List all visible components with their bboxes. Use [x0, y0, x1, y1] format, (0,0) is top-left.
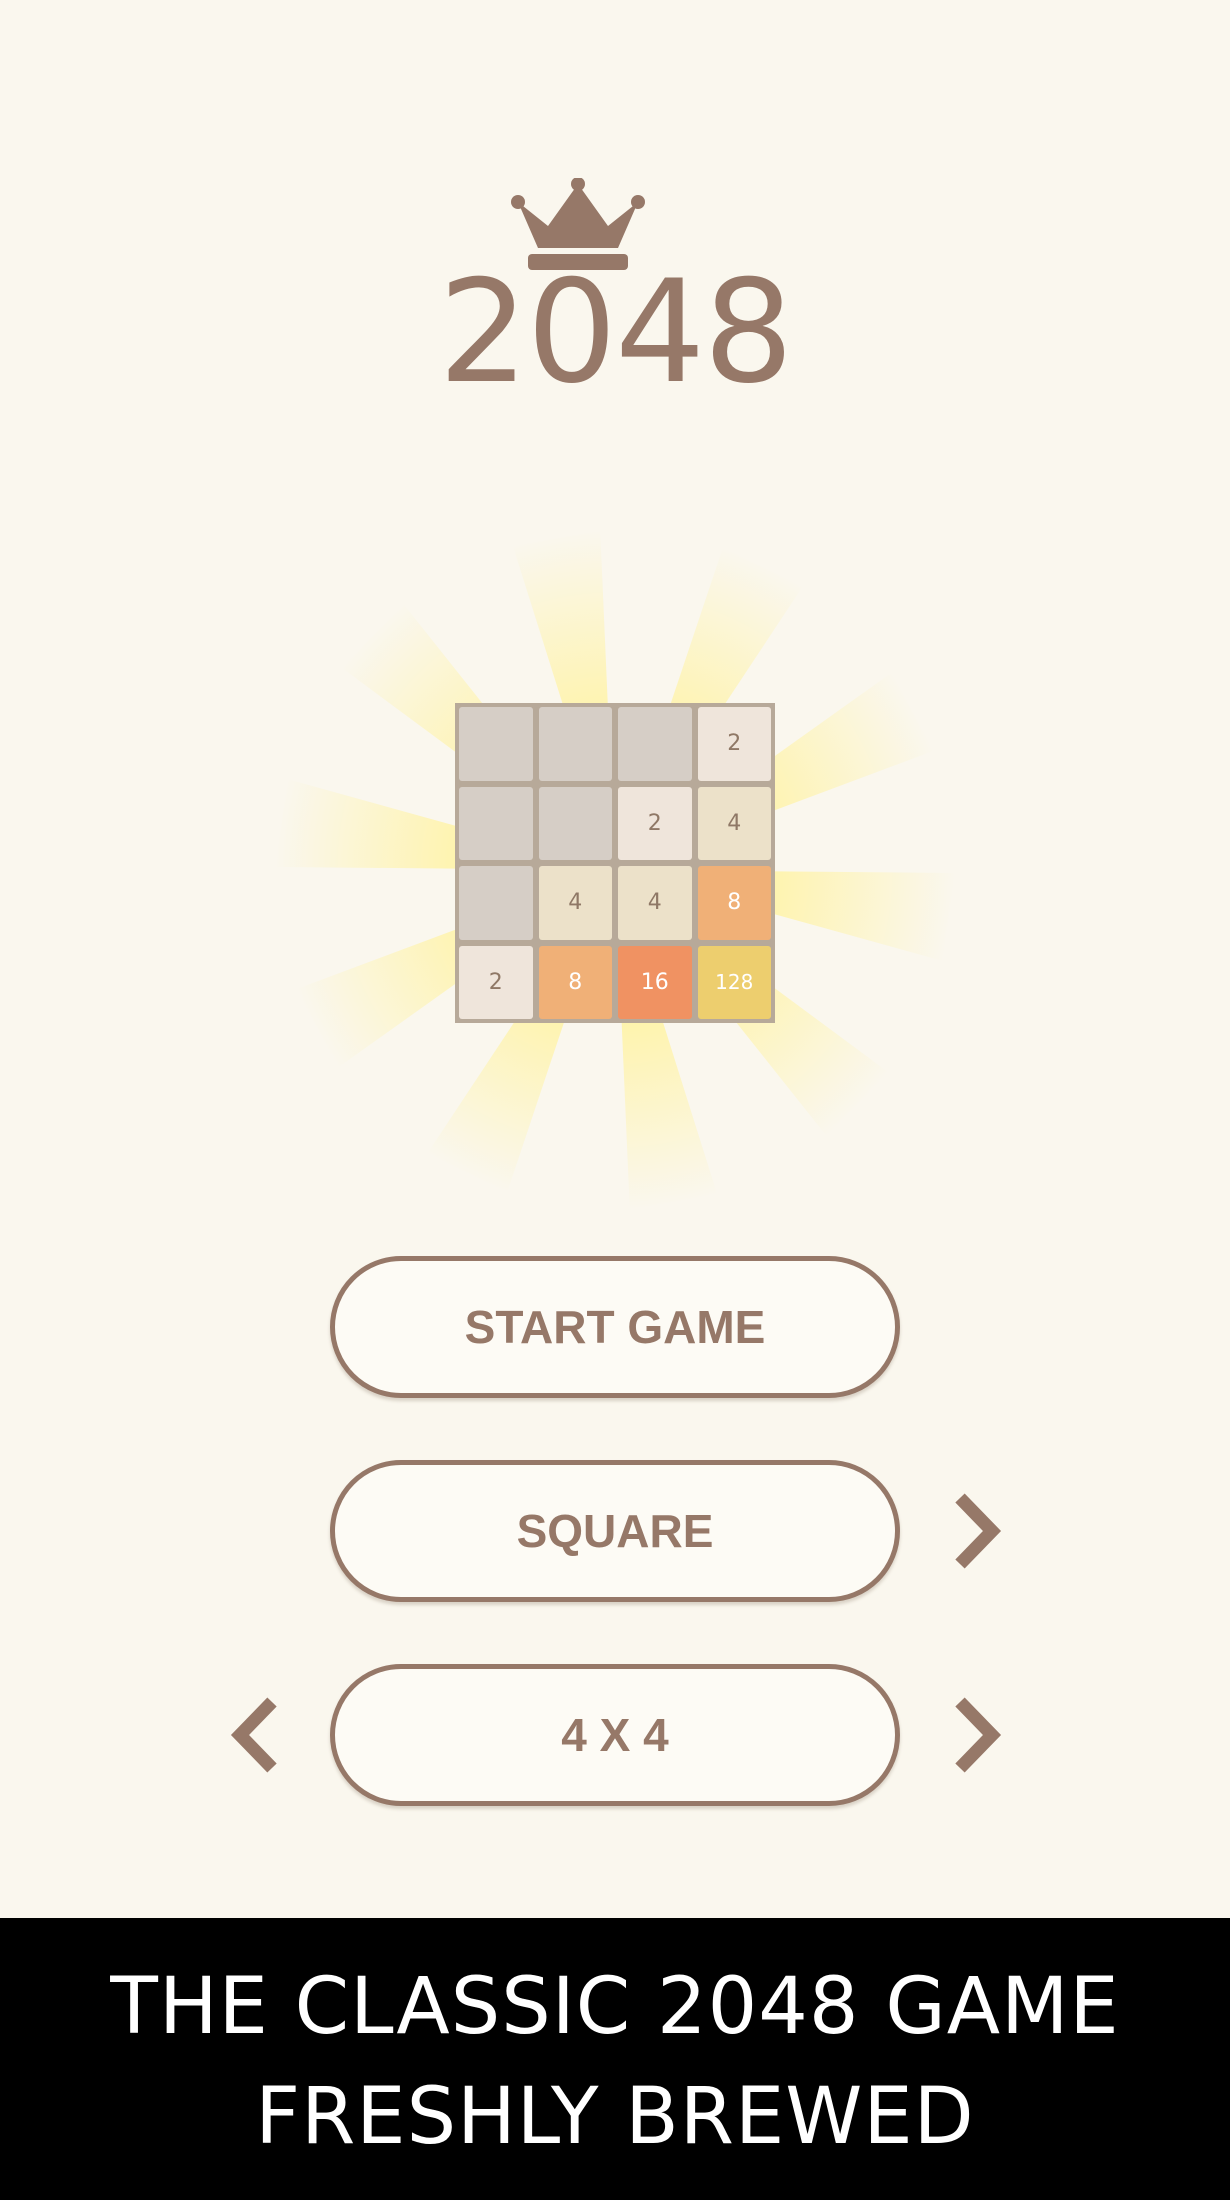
start-game-button[interactable]: START GAME: [330, 1256, 900, 1398]
tile-2: 2: [618, 786, 692, 860]
game-title: 2048: [438, 250, 793, 415]
board-shape-button[interactable]: SQUARE: [330, 1460, 900, 1602]
tile-4: 4: [618, 866, 692, 940]
chevron-left-icon[interactable]: [226, 1690, 286, 1780]
main-menu-screen: 2048 2 2 4 4 4 8 2 8 16 128 START GAME SQUARE 4 X…: [0, 0, 1230, 2200]
tile-8: 8: [538, 945, 612, 1019]
empty-tile: [538, 786, 612, 860]
empty-tile: [459, 866, 533, 940]
banner-line-1: THE CLASSIC 2048 GAME: [110, 1962, 1120, 2052]
board-size-button[interactable]: 4 X 4: [330, 1664, 900, 1806]
chevron-right-icon[interactable]: [946, 1690, 1006, 1780]
banner-line-2: FRESHLY BREWED: [255, 2072, 975, 2162]
board-preview: 2 2 4 4 4 8 2 8 16 128: [455, 703, 775, 1023]
chevron-right-icon[interactable]: [946, 1486, 1006, 1576]
tile-4: 4: [697, 786, 771, 860]
tile-2: 2: [459, 945, 533, 1019]
empty-tile: [618, 707, 692, 781]
tile-128: 128: [697, 945, 771, 1019]
empty-tile: [459, 786, 533, 860]
tile-4: 4: [538, 866, 612, 940]
tile-2: 2: [697, 707, 771, 781]
tile-8: 8: [697, 866, 771, 940]
empty-tile: [538, 707, 612, 781]
empty-tile: [459, 707, 533, 781]
tile-16: 16: [618, 945, 692, 1019]
promo-banner: THE CLASSIC 2048 GAME FRESHLY BREWED: [0, 1918, 1230, 2200]
